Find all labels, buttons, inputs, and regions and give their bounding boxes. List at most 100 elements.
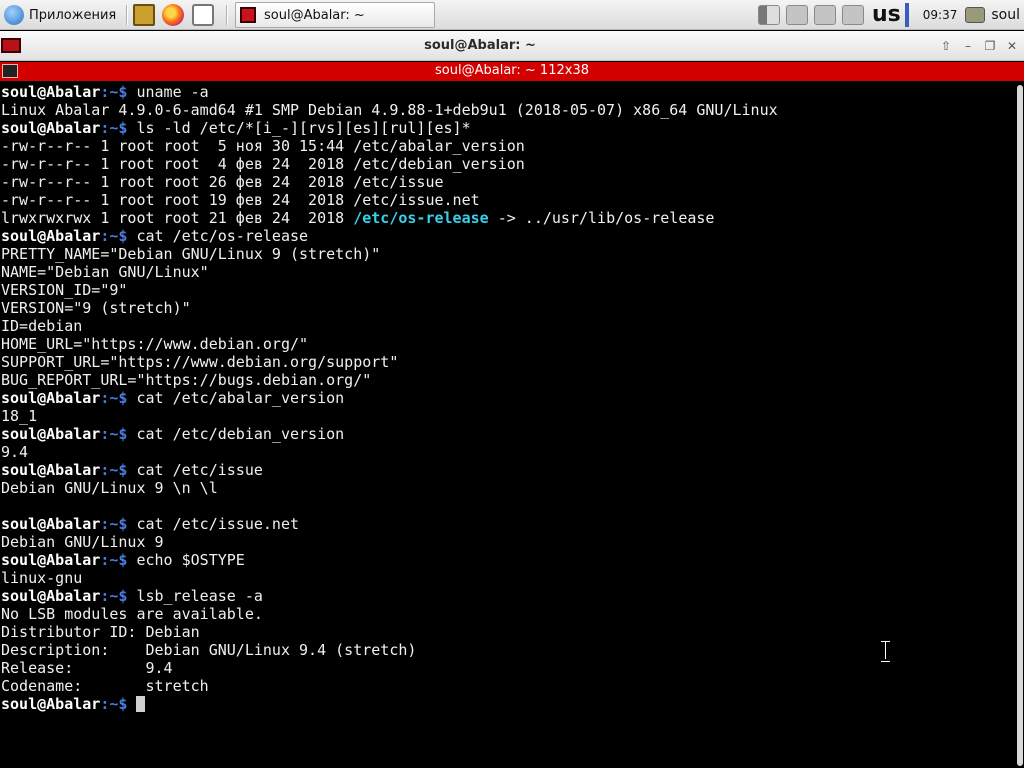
output-text: 18_1 bbox=[1, 407, 38, 425]
terminal-output[interactable]: soul@Abalar:~$ uname -a Linux Abalar 4.9.… bbox=[1, 83, 1013, 768]
taskbar-item-label: soul@Abalar: ~ bbox=[264, 7, 365, 23]
output-text: Description: Debian GNU/Linux 9.4 (stret… bbox=[1, 641, 417, 659]
command-text: cat /etc/issue bbox=[127, 461, 263, 479]
chat-icon[interactable] bbox=[192, 4, 214, 26]
prompt-path: :~$ bbox=[100, 83, 128, 101]
terminal-line: Debian GNU/Linux 9 bbox=[1, 533, 1013, 551]
terminal-line: SUPPORT_URL="https://www.debian.org/supp… bbox=[1, 353, 1013, 371]
terminal-line: VERSION_ID="9" bbox=[1, 281, 1013, 299]
text-cursor-icon bbox=[881, 641, 890, 662]
prompt-user: soul@Abalar bbox=[1, 695, 101, 713]
screenshot-icon[interactable] bbox=[814, 5, 837, 25]
maximize-icon[interactable]: ❐ bbox=[981, 37, 999, 55]
terminal-icon bbox=[240, 7, 256, 23]
terminal-line: ID=debian bbox=[1, 317, 1013, 335]
user-menu[interactable]: soul bbox=[991, 7, 1020, 23]
prompt-path: :~$ bbox=[100, 425, 128, 443]
network-icon[interactable] bbox=[786, 5, 809, 25]
output-text: 9.4 bbox=[1, 443, 29, 461]
prompt-user: soul@Abalar bbox=[1, 83, 101, 101]
output-text: Codename: stretch bbox=[1, 677, 209, 695]
scrollbar-thumb[interactable] bbox=[1017, 85, 1023, 766]
prompt-user: soul@Abalar bbox=[1, 587, 101, 605]
applications-menu[interactable]: Приложения bbox=[4, 4, 116, 26]
close-icon[interactable]: ✕ bbox=[1003, 37, 1021, 55]
terminal-line: 18_1 bbox=[1, 407, 1013, 425]
terminal-scrollbar[interactable] bbox=[1015, 83, 1024, 768]
terminal-line: VERSION="9 (stretch)" bbox=[1, 299, 1013, 317]
prompt-user: soul@Abalar bbox=[1, 389, 101, 407]
command-text: cat /etc/os-release bbox=[127, 227, 309, 245]
terminal-line: soul@Abalar:~$ ls -ld /etc/*[i_-][rvs][e… bbox=[1, 119, 1013, 137]
prompt-path: :~$ bbox=[100, 461, 128, 479]
terminal-line: 9.4 bbox=[1, 443, 1013, 461]
command-text: uname -a bbox=[127, 83, 209, 101]
terminal-cursor bbox=[136, 696, 146, 712]
drive-icon[interactable] bbox=[842, 5, 865, 25]
prompt-user: soul@Abalar bbox=[1, 515, 101, 533]
volume-icon[interactable] bbox=[758, 5, 781, 25]
terminal-line: soul@Abalar:~$ cat /etc/issue.net bbox=[1, 515, 1013, 533]
terminal-line: NAME="Debian GNU/Linux" bbox=[1, 263, 1013, 281]
terminal-line: PRETTY_NAME="Debian GNU/Linux 9 (stretch… bbox=[1, 245, 1013, 263]
firefox-icon[interactable] bbox=[162, 4, 184, 26]
applications-menu-icon bbox=[4, 5, 24, 25]
terminal-line: HOME_URL="https://www.debian.org/" bbox=[1, 335, 1013, 353]
file-manager-icon[interactable] bbox=[133, 4, 155, 26]
terminal-line: soul@Abalar:~$ uname -a bbox=[1, 83, 1013, 101]
clock[interactable]: 09:37 bbox=[923, 8, 958, 22]
minimize-icon[interactable]: – bbox=[959, 37, 977, 55]
command-text bbox=[127, 695, 136, 713]
output-text: -rw-r--r-- 1 root root 26 фев 24 2018 /e… bbox=[1, 173, 444, 191]
window-titlebar[interactable]: soul@Abalar: ~ ⇧ – ❐ ✕ bbox=[0, 31, 1024, 61]
output-text: VERSION="9 (stretch)" bbox=[1, 299, 191, 317]
output-text: Release: 9.4 bbox=[1, 659, 173, 677]
terminal-line: lrwxrwxrwx 1 root root 21 фев 24 2018 /e… bbox=[1, 209, 1013, 227]
terminal-line: soul@Abalar:~$ lsb_release -a bbox=[1, 587, 1013, 605]
prompt-path: :~$ bbox=[100, 551, 128, 569]
output-text: NAME="Debian GNU/Linux" bbox=[1, 263, 209, 281]
system-tray: us 09:37 soul bbox=[758, 3, 1024, 27]
prompt-user: soul@Abalar bbox=[1, 461, 101, 479]
command-text: cat /etc/issue.net bbox=[127, 515, 300, 533]
command-text: cat /etc/abalar_version bbox=[127, 389, 345, 407]
command-text: cat /etc/debian_version bbox=[127, 425, 345, 443]
output-text: SUPPORT_URL="https://www.debian.org/supp… bbox=[1, 353, 399, 371]
user-icon bbox=[965, 7, 986, 23]
output-text: Distributor ID: Debian bbox=[1, 623, 200, 641]
panel-separator bbox=[226, 5, 228, 25]
applications-menu-label: Приложения bbox=[29, 7, 117, 23]
terminal-line: -rw-r--r-- 1 root root 19 фев 24 2018 /e… bbox=[1, 191, 1013, 209]
prompt-path: :~$ bbox=[100, 515, 128, 533]
output-text: No LSB modules are available. bbox=[1, 605, 263, 623]
terminal-line: -rw-r--r-- 1 root root 4 фев 24 2018 /et… bbox=[1, 155, 1013, 173]
output-text: VERSION_ID="9" bbox=[1, 281, 128, 299]
terminal-titlebar: soul@Abalar: ~ 112x38 bbox=[0, 62, 1024, 81]
terminal-line: -rw-r--r-- 1 root root 5 ноя 30 15:44 /e… bbox=[1, 137, 1013, 155]
taskbar-item-terminal[interactable]: soul@Abalar: ~ bbox=[235, 2, 435, 28]
symlink-name: /etc/os-release bbox=[353, 209, 489, 227]
terminal-line: soul@Abalar:~$ bbox=[1, 695, 1013, 713]
prompt-user: soul@Abalar bbox=[1, 551, 101, 569]
output-text: -rw-r--r-- 1 root root 19 фев 24 2018 /e… bbox=[1, 191, 480, 209]
keyboard-layout-indicator[interactable]: us bbox=[872, 3, 901, 27]
terminal-line: Debian GNU/Linux 9 \n \l bbox=[1, 479, 1013, 497]
prompt-user: soul@Abalar bbox=[1, 227, 101, 245]
terminal-line: Release: 9.4 bbox=[1, 659, 1013, 677]
terminal-line: Description: Debian GNU/Linux 9.4 (stret… bbox=[1, 641, 1013, 659]
terminal-line: soul@Abalar:~$ echo $OSTYPE bbox=[1, 551, 1013, 569]
terminal-line: soul@Abalar:~$ cat /etc/abalar_version bbox=[1, 389, 1013, 407]
prompt-path: :~$ bbox=[100, 587, 128, 605]
prompt-path: :~$ bbox=[100, 389, 128, 407]
panel-separator bbox=[126, 5, 128, 25]
output-text: Debian GNU/Linux 9 \n \l bbox=[1, 479, 218, 497]
output-text: ID=debian bbox=[1, 317, 83, 335]
top-panel: Приложения soul@Abalar: ~ us 09:37 soul bbox=[0, 0, 1024, 30]
prompt-path: :~$ bbox=[100, 119, 128, 137]
panel-activity-bar bbox=[904, 3, 909, 27]
terminal-line: -rw-r--r-- 1 root root 26 фев 24 2018 /e… bbox=[1, 173, 1013, 191]
window-shade-icon[interactable]: ⇧ bbox=[937, 37, 955, 55]
terminal-line: soul@Abalar:~$ cat /etc/debian_version bbox=[1, 425, 1013, 443]
terminal-line: BUG_REPORT_URL="https://bugs.debian.org/… bbox=[1, 371, 1013, 389]
output-text: HOME_URL="https://www.debian.org/" bbox=[1, 335, 309, 353]
